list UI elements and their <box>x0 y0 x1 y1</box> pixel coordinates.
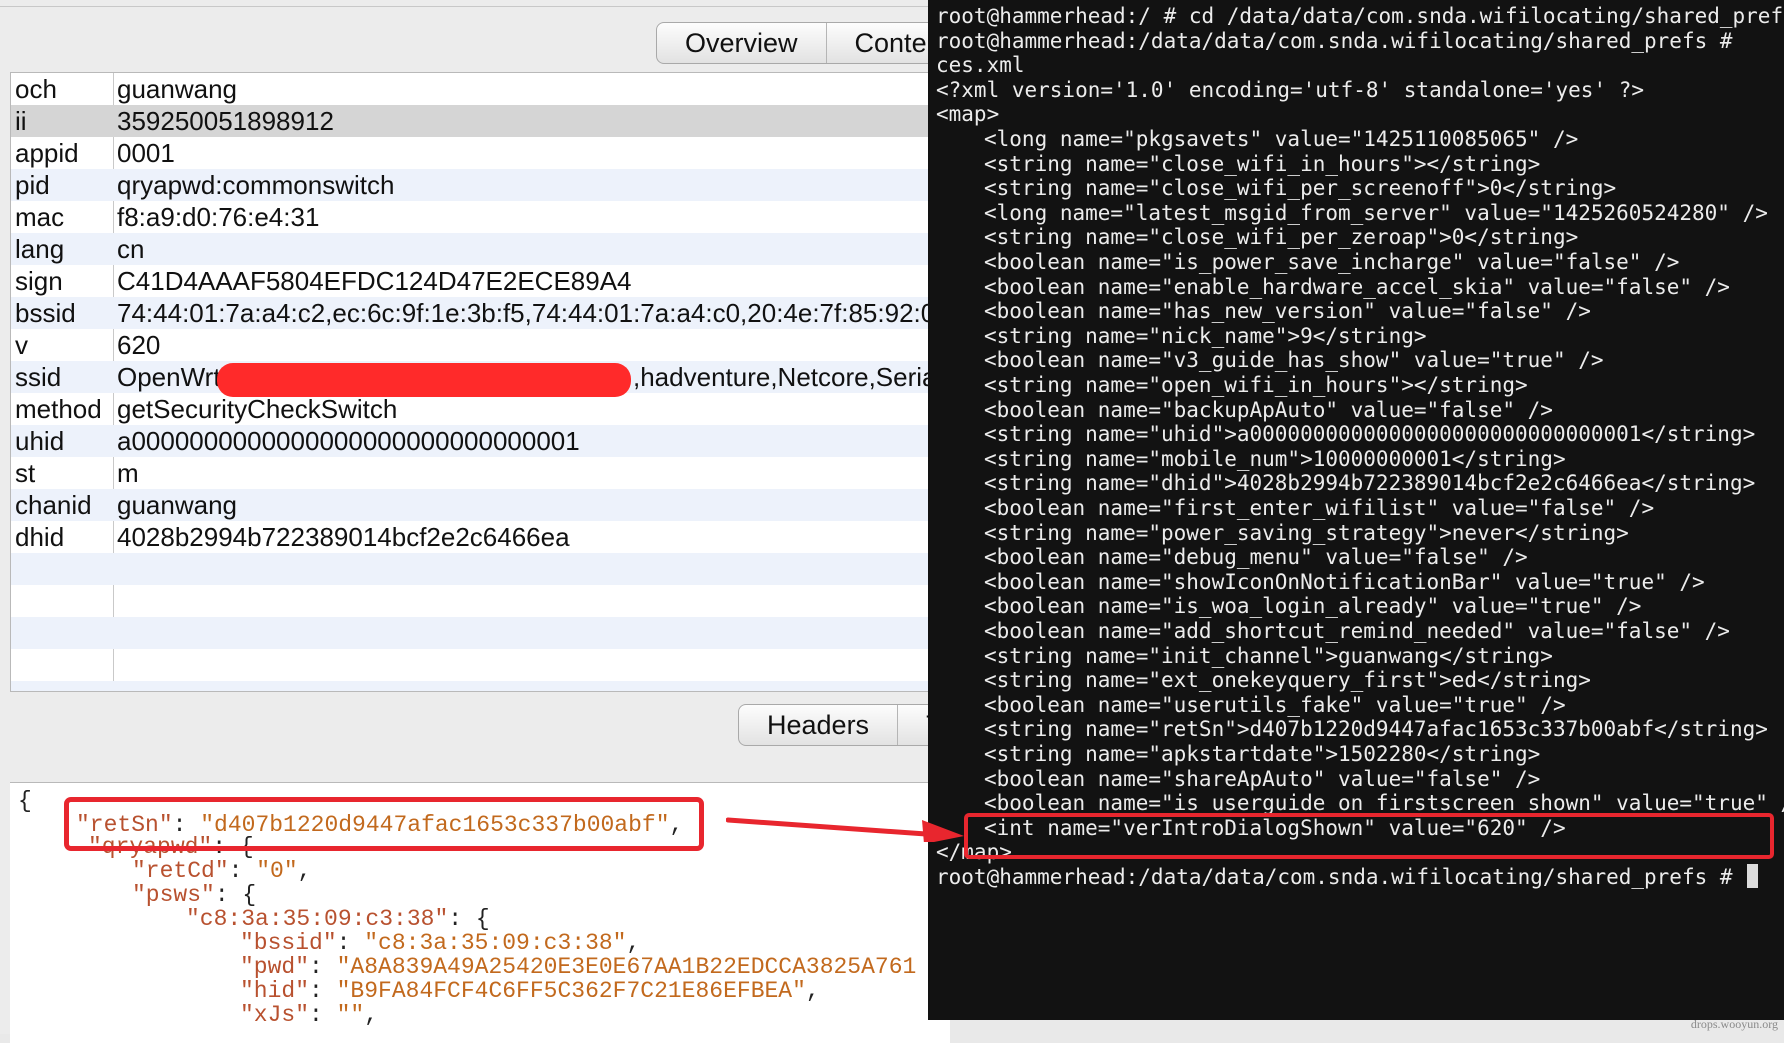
json-key: "c8:3a:35:09:c3:38" <box>186 906 449 932</box>
param-row[interactable]: st m <box>11 457 951 489</box>
watermark: drops.wooyun.org <box>1690 1017 1778 1031</box>
param-value: 359250051898912 <box>117 106 334 136</box>
param-value: 0001 <box>117 138 175 168</box>
param-key: sign <box>15 266 63 296</box>
json-line-retcd: "retCd": "0", <box>132 858 312 884</box>
retsn-highlight-left <box>64 797 704 851</box>
param-row[interactable]: chanid guanwang <box>11 489 951 521</box>
param-key: ssid <box>15 362 62 392</box>
param-row[interactable]: mac f8:a9:d0:76:e4:31 <box>11 201 951 233</box>
param-row[interactable]: sign C41D4AAAF5804EFDC124D47E2ECE89A4 <box>11 265 951 297</box>
param-key: appid <box>15 138 79 168</box>
json-key: "psws" <box>132 882 215 908</box>
param-row[interactable]: ii 359250051898912 <box>11 105 951 137</box>
param-row[interactable]: uhid a0000000000000000000000000000001 <box>11 425 951 457</box>
param-key: lang <box>15 234 65 264</box>
json-value: "c8:3a:35:09:c3:38" <box>364 930 627 956</box>
request-params-table: och guanwang ii 359250051898912 appid 0001 pid… <box>10 72 952 692</box>
param-value: getSecurityCheckSwitch <box>117 394 398 424</box>
json-value: "0" <box>256 858 298 884</box>
param-value: m <box>117 458 139 488</box>
json-line-pwd: "pwd": "A8A839A49A25420E3E0E67AA1B22EDCC… <box>240 954 917 980</box>
terminal-window[interactable]: root@hammerhead:/ # cd /data/data/com.sn… <box>928 0 1784 1020</box>
param-key: method <box>15 394 102 424</box>
param-value-tail: ,hadventure,Netcore,Seria <box>633 362 937 392</box>
json-key: "pwd" <box>240 954 310 980</box>
json-line-hid: "hid": "B9FA84FCF4C6FF5C362F7C21E86EFBEA… <box>240 978 820 1004</box>
param-value: guanwang <box>117 490 237 520</box>
json-line-bssid: "bssid": "c8:3a:35:09:c3:38", <box>240 930 641 956</box>
param-value: qryapwd:commonswitch <box>117 170 395 200</box>
param-key: v <box>15 330 28 360</box>
param-key: ii <box>15 106 27 136</box>
param-key: chanid <box>15 490 92 520</box>
param-value: a0000000000000000000000000000001 <box>117 426 580 456</box>
terminal-line: <?xml version='1.0' encoding='utf-8' sta… <box>936 77 1645 102</box>
param-key: uhid <box>15 426 65 456</box>
param-value: 620 <box>117 330 161 360</box>
empty-row <box>11 649 951 681</box>
param-row[interactable]: pid qryapwd:commonswitch <box>11 169 951 201</box>
param-row[interactable]: lang cn <box>11 233 951 265</box>
param-row[interactable]: och guanwang <box>11 73 951 105</box>
json-line-psws: "psws": { <box>132 882 257 908</box>
param-row[interactable]: v 620 <box>11 329 951 361</box>
red-arrow-icon <box>726 817 964 842</box>
window-top-divider <box>0 6 940 7</box>
param-row[interactable]: ssid OpenWrt ,hadventure,Netcore,Seria <box>11 361 951 397</box>
param-row[interactable]: method getSecurityCheckSwitch <box>11 393 951 425</box>
param-key: pid <box>15 170 50 200</box>
json-open-brace: { <box>18 788 32 814</box>
tab-overview[interactable]: Overview <box>657 23 827 63</box>
param-row[interactable]: appid 0001 <box>11 137 951 169</box>
param-value: 74:44:01:7a:a4:c2,ec:6c:9f:1e:3b:f5,74:4… <box>117 298 950 328</box>
param-row[interactable]: bssid 74:44:01:7a:a4:c2,ec:6c:9f:1e:3b:f5… <box>11 297 951 329</box>
top-segmented-control: Overview Conten <box>656 22 958 64</box>
retsn-highlight-right <box>964 813 1774 859</box>
tab-headers[interactable]: Headers <box>739 705 899 745</box>
json-value: "B9FA84FCF4C6FF5C362F7C21E86EFBEA" <box>336 978 806 1004</box>
param-value: cn <box>117 234 145 264</box>
param-key: och <box>15 74 57 104</box>
empty-row <box>11 681 951 691</box>
json-key: "retCd" <box>132 858 229 884</box>
cursor-icon <box>1747 864 1759 888</box>
http-inspector-panel: Overview Conten och guanwang ii 35925005189… <box>0 0 980 1043</box>
json-key: "xJs" <box>240 1002 310 1028</box>
param-value: C41D4AAAF5804EFDC124D47E2ECE89A4 <box>117 266 632 296</box>
redaction-mark <box>217 363 631 397</box>
json-line-mac: "c8:3a:35:09:c3:38": { <box>186 906 490 932</box>
empty-row <box>11 553 951 585</box>
param-key: mac <box>15 202 65 232</box>
empty-row <box>11 585 951 617</box>
terminal-line: root@hammerhead:/data/data/com.snda.wifi… <box>936 863 1759 891</box>
empty-row <box>11 617 951 649</box>
json-line-xjs: "xJs": "", <box>240 1002 379 1028</box>
json-value: "" <box>336 1002 365 1028</box>
json-value: "A8A839A49A25420E3E0E67AA1B22EDCCA3825A7… <box>336 954 917 980</box>
terminal-line: root@hammerhead:/data/data/com.snda.wifi… <box>936 28 1746 53</box>
param-key: st <box>15 458 36 488</box>
param-key: dhid <box>15 522 65 552</box>
param-value: guanwang <box>117 74 237 104</box>
param-row[interactable]: dhid 4028b2994b722389014bcf2e2c6466ea <box>11 521 951 553</box>
param-value: OpenWrt <box>117 362 221 392</box>
json-key: "bssid" <box>240 930 337 956</box>
param-value: 4028b2994b722389014bcf2e2c6466ea <box>117 522 570 552</box>
json-key: "hid" <box>240 978 310 1004</box>
param-key: bssid <box>15 298 76 328</box>
param-value: f8:a9:d0:76:e4:31 <box>117 202 320 232</box>
